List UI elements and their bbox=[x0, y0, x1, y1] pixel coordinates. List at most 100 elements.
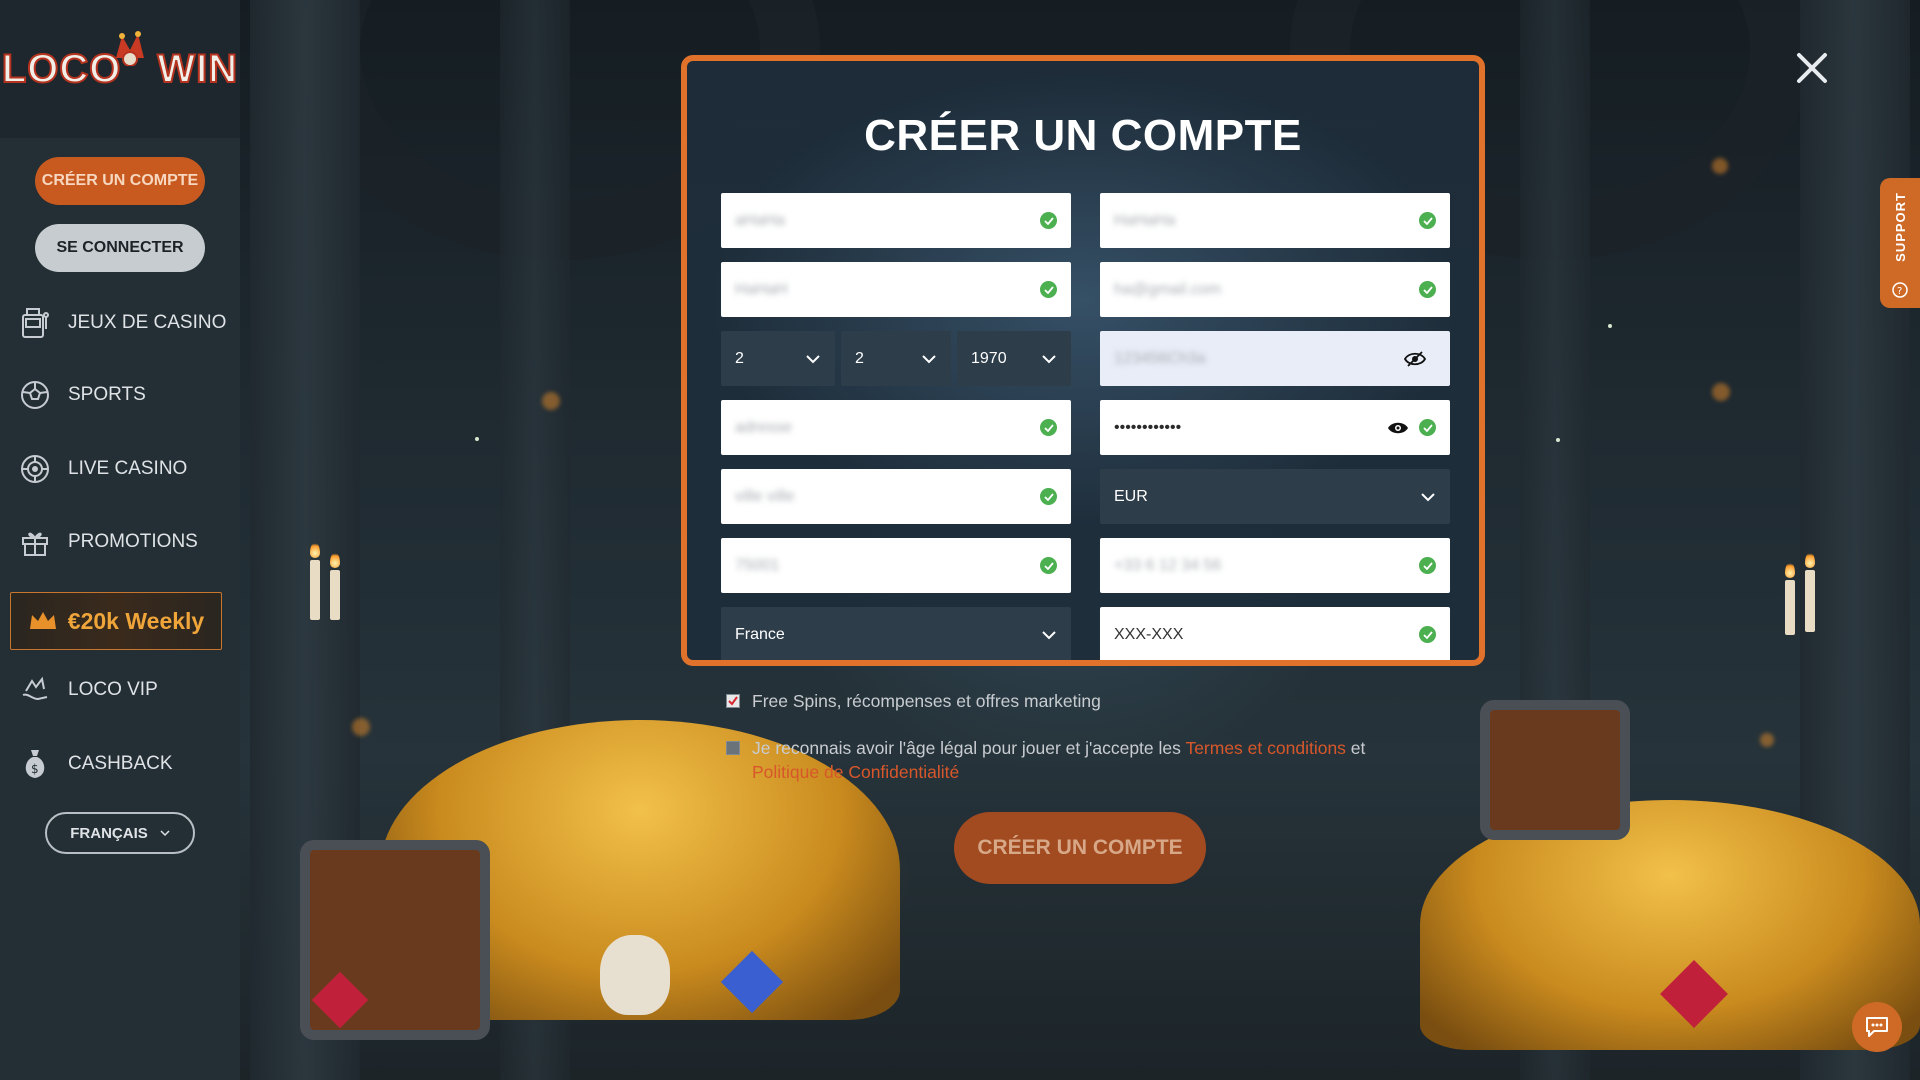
sidebar-item-sports[interactable]: SPORTS bbox=[18, 375, 228, 415]
roulette-icon bbox=[18, 452, 52, 486]
slot-machine-icon bbox=[18, 306, 52, 340]
crown-icon bbox=[29, 612, 56, 629]
valid-check-icon bbox=[1040, 488, 1057, 505]
candle bbox=[330, 570, 340, 620]
sparkle bbox=[1556, 438, 1560, 442]
last-name-value: HaHaHa bbox=[1114, 211, 1176, 229]
first-name-field[interactable]: aHaHa bbox=[721, 193, 1071, 248]
sidebar-item-promotions[interactable]: PROMOTIONS bbox=[18, 522, 228, 562]
password-field[interactable]: 123456Ch3a bbox=[1100, 331, 1450, 386]
skull-decoration bbox=[600, 935, 670, 1015]
privacy-link[interactable]: Politique de Confidentialité bbox=[752, 762, 959, 782]
chevron-down-icon bbox=[1042, 354, 1056, 363]
vip-hand-icon bbox=[18, 673, 52, 707]
svg-text:?: ? bbox=[1897, 286, 1902, 297]
chat-icon bbox=[1866, 1017, 1888, 1037]
candle bbox=[310, 560, 320, 620]
last-name-field[interactable]: HaHaHa bbox=[1100, 193, 1450, 248]
sidebar-item-label: CASHBACK bbox=[68, 753, 173, 774]
support-label: SUPPORT bbox=[1892, 192, 1908, 262]
gift-icon bbox=[18, 525, 52, 559]
country-select[interactable]: France bbox=[721, 607, 1071, 660]
logo[interactable]: LOCO WIN bbox=[0, 0, 240, 138]
candle-flame bbox=[1785, 562, 1795, 578]
live-chat-button[interactable] bbox=[1852, 1002, 1902, 1052]
candle-flame bbox=[310, 542, 320, 558]
floating-ember bbox=[1712, 383, 1730, 401]
promo-banner-weekly[interactable]: €20k Weekly bbox=[10, 592, 222, 650]
sidebar-signup-button[interactable]: CRÉER UN COMPTE bbox=[35, 157, 205, 205]
sidebar-item-live-casino[interactable]: LIVE CASINO bbox=[18, 449, 228, 489]
legal-consent-and: et bbox=[1345, 738, 1366, 758]
sidebar-item-label: SPORTS bbox=[68, 384, 146, 405]
svg-text:$: $ bbox=[31, 762, 39, 776]
marketing-checkbox[interactable] bbox=[726, 694, 740, 708]
phone-field[interactable]: +33 6 12 34 56 bbox=[1100, 538, 1450, 593]
promo-code-field[interactable]: XXX-XXX bbox=[1100, 607, 1450, 660]
postal-code-value: 75001 bbox=[735, 556, 780, 574]
money-bag-icon: $ bbox=[18, 747, 52, 781]
valid-check-icon bbox=[1040, 212, 1057, 229]
logo-text-left: LOCO bbox=[1, 46, 122, 92]
create-account-button[interactable]: CRÉER UN COMPTE bbox=[954, 812, 1206, 884]
currency-select[interactable]: EUR bbox=[1100, 469, 1450, 524]
confirm-password-value: •••••••••••• bbox=[1114, 418, 1182, 436]
sidebar-item-cashback[interactable]: $ CASHBACK bbox=[18, 744, 228, 784]
treasure-chest bbox=[1480, 700, 1630, 840]
promo-banner-label: €20k Weekly bbox=[67, 607, 205, 634]
country-value: France bbox=[735, 625, 785, 643]
birth-month-select[interactable]: 2 bbox=[841, 331, 951, 386]
signup-modal: CRÉER UN COMPTE aHaHa HaHaHa HaHaH ha@gm… bbox=[681, 55, 1485, 666]
candle-flame bbox=[1805, 552, 1815, 568]
close-modal-button[interactable] bbox=[1792, 48, 1832, 88]
soccer-ball-icon bbox=[18, 378, 52, 412]
eye-slash-icon[interactable] bbox=[1404, 350, 1426, 367]
legal-checkbox[interactable] bbox=[726, 741, 740, 755]
chevron-down-icon bbox=[160, 830, 170, 837]
birth-year-select[interactable]: 1970 bbox=[957, 331, 1071, 386]
username-field[interactable]: HaHaH bbox=[721, 262, 1071, 317]
birth-year-value: 1970 bbox=[971, 349, 1007, 367]
chevron-down-icon bbox=[922, 354, 936, 363]
valid-check-icon bbox=[1419, 626, 1436, 643]
sidebar-item-label: PROMOTIONS bbox=[68, 531, 198, 552]
legal-consent-row[interactable]: Je reconnais avoir l'âge légal pour joue… bbox=[726, 736, 1366, 784]
sidebar-item-label: LIVE CASINO bbox=[68, 458, 188, 479]
legal-consent-text: Je reconnais avoir l'âge légal pour joue… bbox=[752, 736, 1365, 784]
sidebar-item-vip[interactable]: LOCO VIP bbox=[18, 670, 228, 710]
language-selector[interactable]: FRANÇAIS bbox=[45, 812, 195, 854]
valid-check-icon bbox=[1040, 281, 1057, 298]
support-tab[interactable]: SUPPORT ? bbox=[1880, 178, 1920, 308]
postal-code-field[interactable]: 75001 bbox=[721, 538, 1071, 593]
birth-day-value: 2 bbox=[735, 349, 744, 367]
close-icon bbox=[1797, 53, 1827, 83]
marketing-consent-label: Free Spins, récompenses et offres market… bbox=[752, 691, 1101, 711]
email-field[interactable]: ha@gmail.com bbox=[1100, 262, 1450, 317]
address-field[interactable]: adresse bbox=[721, 400, 1071, 455]
address-value: adresse bbox=[735, 418, 792, 436]
legal-consent-prefix: Je reconnais avoir l'âge légal pour joue… bbox=[752, 738, 1186, 758]
help-icon: ? bbox=[1892, 282, 1908, 298]
sidebar-login-button[interactable]: SE CONNECTER bbox=[35, 224, 205, 272]
terms-link[interactable]: Termes et conditions bbox=[1185, 738, 1346, 758]
birth-month-value: 2 bbox=[855, 349, 864, 367]
jester-hat-icon bbox=[116, 31, 144, 66]
city-field[interactable]: ville ville bbox=[721, 469, 1071, 524]
floating-ember bbox=[542, 392, 560, 410]
floating-ember bbox=[1760, 733, 1774, 747]
valid-check-icon bbox=[1040, 557, 1057, 574]
logo-text-right: WIN bbox=[156, 46, 239, 92]
promo-code-placeholder: XXX-XXX bbox=[1114, 625, 1184, 643]
sidebar-item-label: JEUX DE CASINO bbox=[68, 312, 227, 333]
confirm-password-field[interactable]: •••••••••••• bbox=[1100, 400, 1450, 455]
sidebar: LOCO WIN CRÉER UN COMPTE SE CONNECTER JEU… bbox=[0, 0, 240, 1080]
modal-title: CRÉER UN COMPTE bbox=[864, 111, 1302, 160]
eye-icon[interactable] bbox=[1387, 420, 1409, 436]
username-value: HaHaH bbox=[735, 280, 788, 298]
birth-day-select[interactable]: 2 bbox=[721, 331, 835, 386]
chevron-down-icon bbox=[806, 354, 820, 363]
city-value: ville ville bbox=[735, 487, 795, 505]
chevron-down-icon bbox=[1042, 630, 1056, 639]
sidebar-item-casino[interactable]: JEUX DE CASINO bbox=[18, 303, 228, 343]
marketing-consent-row[interactable]: Free Spins, récompenses et offres market… bbox=[726, 689, 1101, 713]
